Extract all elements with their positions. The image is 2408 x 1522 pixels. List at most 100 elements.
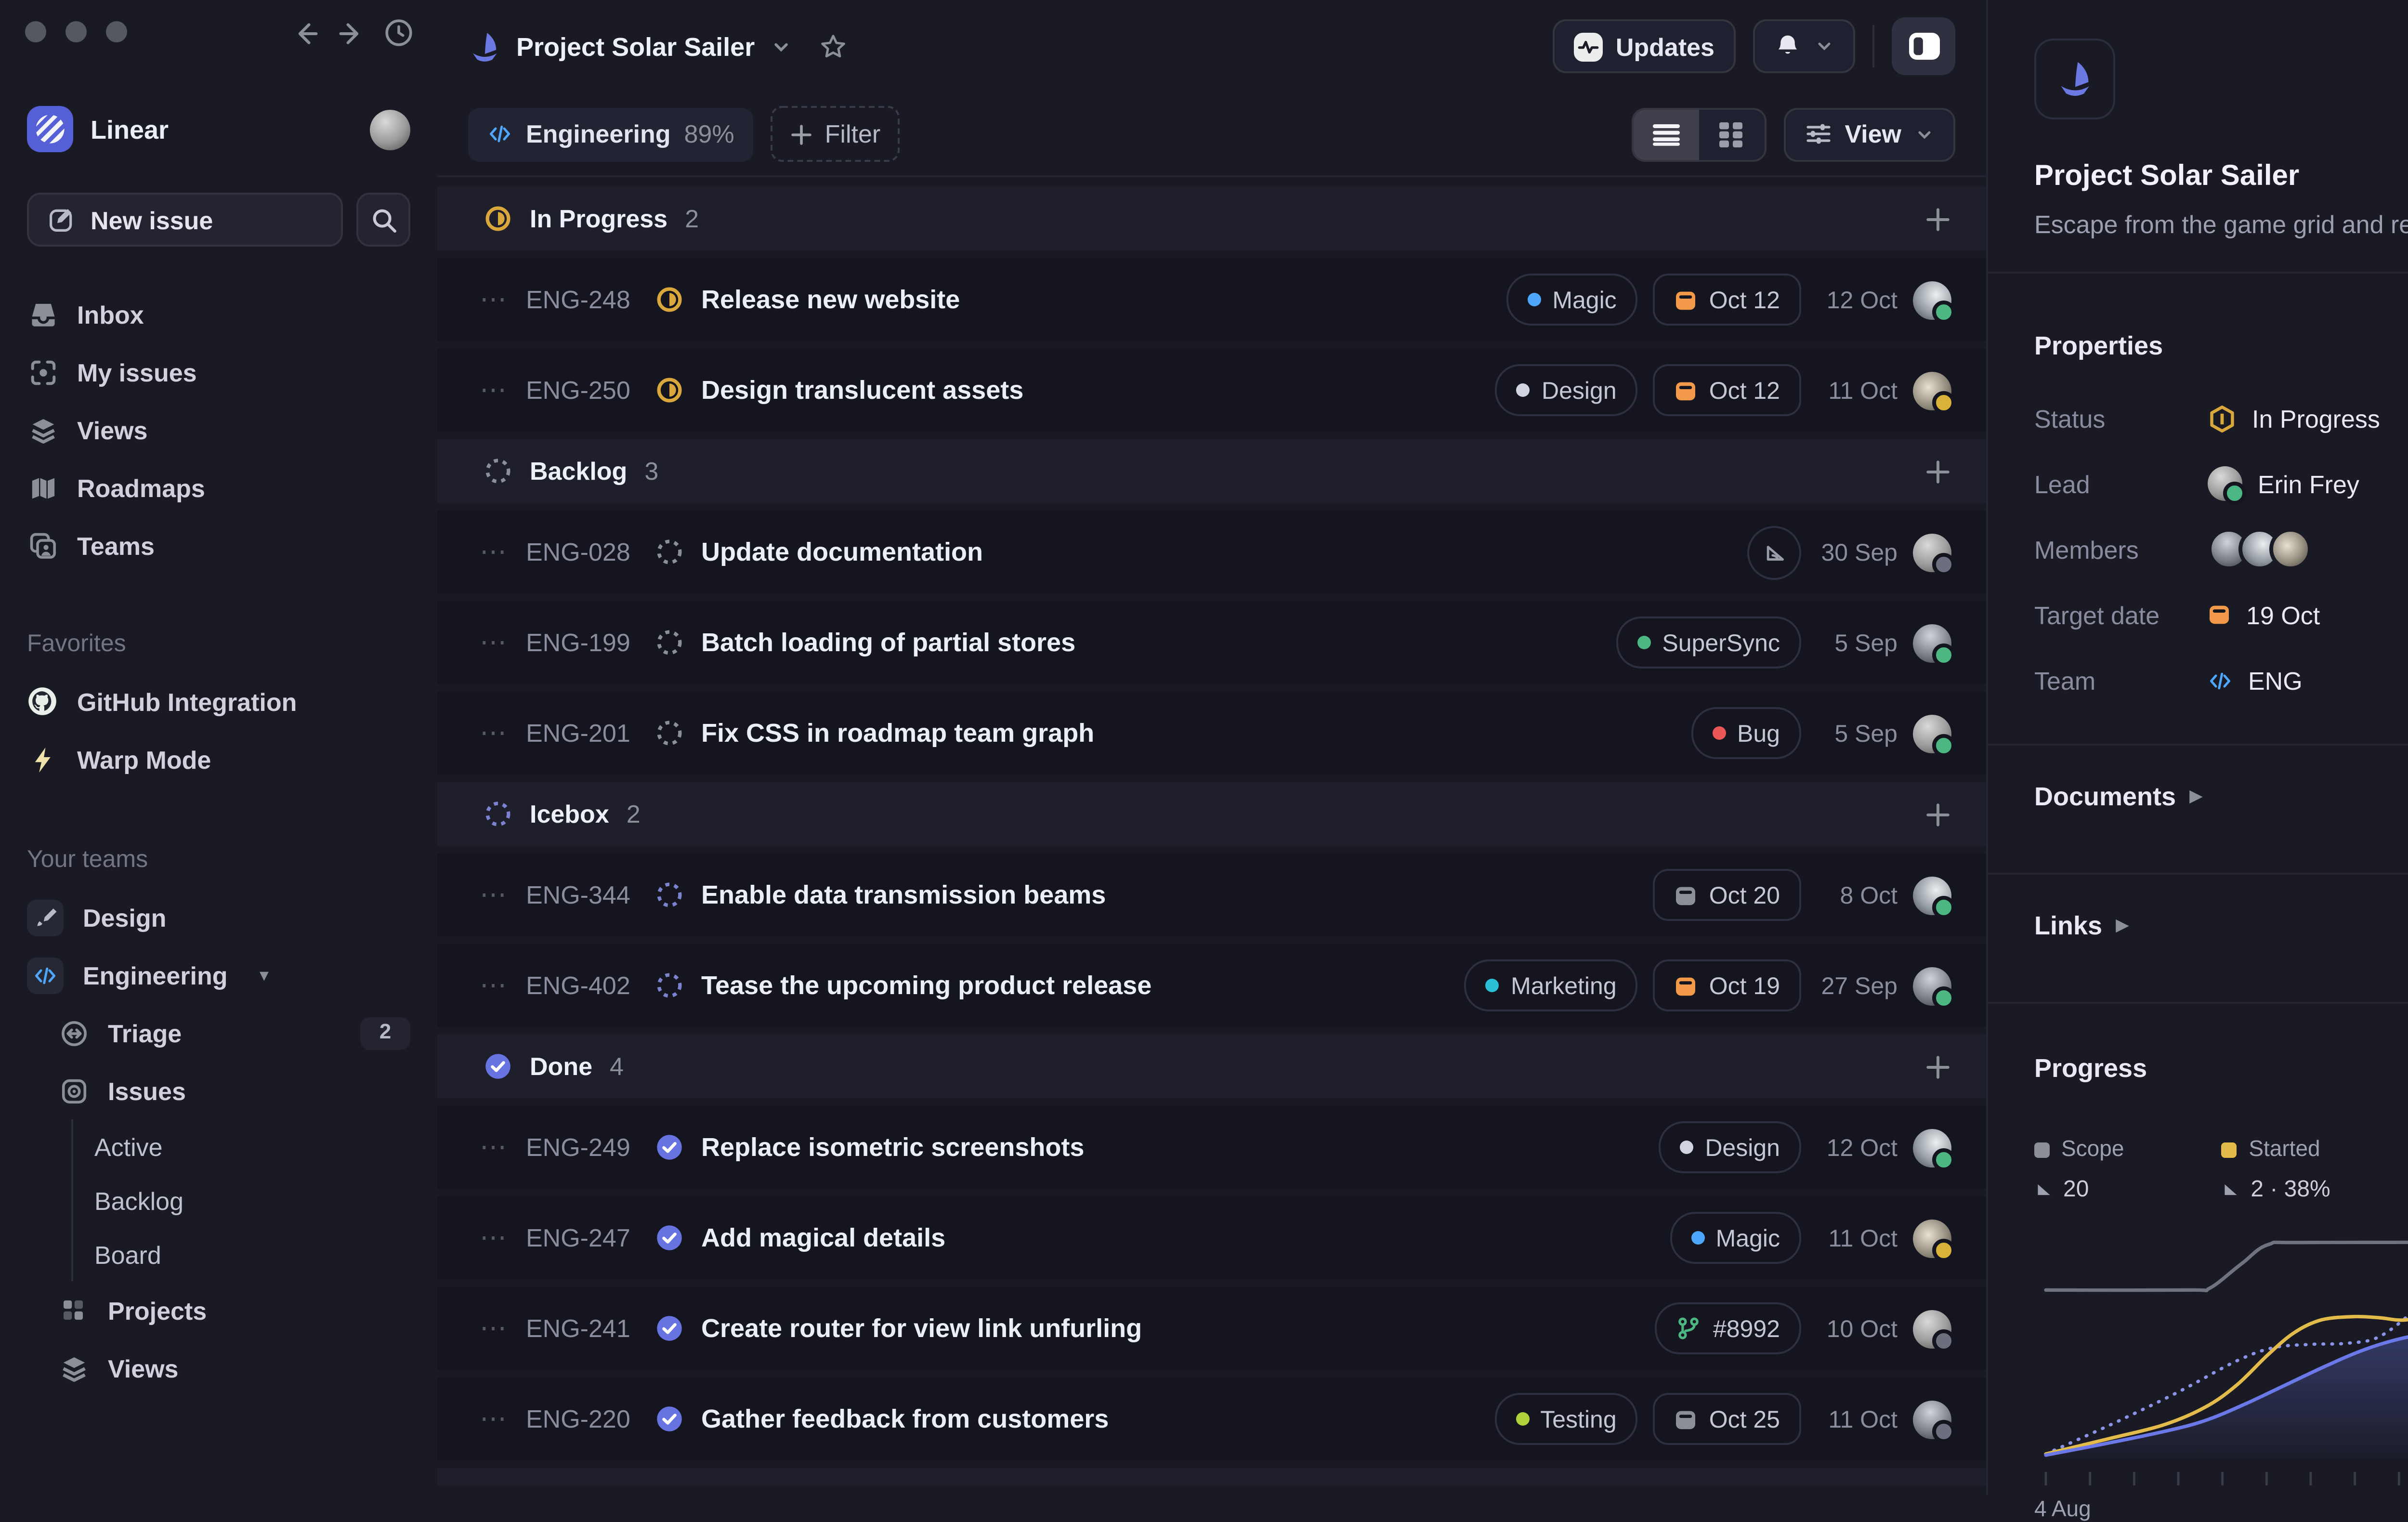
issue-status-icon[interactable] — [655, 1314, 684, 1343]
maximize-window-icon[interactable] — [106, 21, 127, 42]
sidebar-item-board[interactable]: Board — [94, 1227, 437, 1281]
sidebar-item-warp-mode[interactable]: Warp Mode — [0, 730, 437, 788]
updates-button[interactable]: Updates — [1552, 19, 1736, 73]
assignee-avatar[interactable] — [1913, 623, 1955, 666]
issue-row[interactable]: ⋯ ENG-199 Batch loading of partial stores S… — [437, 601, 1986, 684]
property-row-members[interactable]: Members — [2034, 528, 2408, 570]
sidebar-item-my-issues[interactable]: My issues — [0, 343, 437, 401]
sidebar-item-teams[interactable]: Teams — [0, 516, 437, 574]
sidebar-item-issues[interactable]: Issues — [0, 1062, 437, 1119]
sidebar-team-engineering[interactable]: Engineering ▼ — [0, 946, 437, 1004]
issue-status-icon[interactable] — [655, 719, 684, 748]
issue-row[interactable]: ⋯ ENG-402 Tease the upcoming product relea… — [437, 944, 1986, 1027]
assignee-avatar[interactable] — [1913, 371, 1955, 413]
assignee-avatar[interactable] — [1913, 1309, 1955, 1351]
due-date-chip[interactable]: Oct 12 — [1653, 274, 1801, 326]
issue-status-icon[interactable] — [655, 971, 684, 1000]
label-chip[interactable]: SuperSync — [1616, 617, 1801, 669]
assignee-avatar[interactable] — [1913, 1400, 1955, 1442]
links-section[interactable]: Links ▶ — [2034, 900, 2408, 950]
due-date-chip[interactable]: Oct 25 — [1653, 1393, 1801, 1445]
row-menu-icon[interactable]: ⋯ — [480, 969, 509, 1002]
sidebar-item-views[interactable]: Views — [0, 1339, 437, 1397]
label-chip[interactable]: Design — [1495, 364, 1638, 416]
sidebar-item-active[interactable]: Active — [94, 1119, 437, 1173]
issue-status-icon[interactable] — [655, 285, 684, 314]
issue-row[interactable]: ⋯ ENG-344 Enable data transmission beams Oc… — [437, 853, 1986, 936]
assignee-avatar[interactable] — [1913, 714, 1955, 756]
assignee-avatar[interactable] — [1913, 876, 1955, 918]
due-date-chip[interactable]: Oct 20 — [1653, 869, 1801, 921]
row-menu-icon[interactable]: ⋯ — [480, 536, 509, 568]
label-chip[interactable]: Magic — [1506, 274, 1638, 326]
row-menu-icon[interactable]: ⋯ — [480, 1221, 509, 1254]
sidebar-item-backlog[interactable]: Backlog — [94, 1173, 437, 1227]
toggle-right-panel-button[interactable] — [1892, 17, 1955, 75]
issue-status-icon[interactable] — [655, 628, 684, 657]
favorite-star-icon[interactable] — [818, 32, 847, 61]
window-controls[interactable] — [25, 21, 127, 42]
issue-row[interactable]: ⋯ ENG-247 Add magical details Magic 11 Oct — [437, 1196, 1986, 1279]
row-menu-icon[interactable]: ⋯ — [480, 1131, 509, 1164]
sidebar-item-triage[interactable]: Triage 2 — [0, 1004, 437, 1062]
issue-status-icon[interactable] — [655, 880, 684, 909]
issue-status-icon[interactable] — [655, 376, 684, 405]
sidebar-item-github-integration[interactable]: GitHub Integration — [0, 672, 437, 730]
documents-section[interactable]: Documents ▶ — [2034, 771, 2408, 821]
search-button[interactable] — [356, 193, 410, 247]
new-issue-button[interactable]: New issue — [27, 193, 343, 247]
due-date-chip[interactable]: Oct 12 — [1653, 364, 1801, 416]
sidebar-item-projects[interactable]: Projects — [0, 1281, 437, 1339]
property-row-team[interactable]: Team ENG — [2034, 661, 2408, 699]
pr-chip[interactable]: #8992 — [1655, 1302, 1801, 1354]
issue-status-icon[interactable] — [655, 1223, 684, 1252]
row-menu-icon[interactable]: ⋯ — [480, 717, 509, 749]
assignee-avatar[interactable] — [1913, 280, 1955, 323]
list-view-button[interactable] — [1633, 109, 1699, 159]
team-filter-chip[interactable]: Engineering 89% — [468, 107, 754, 161]
back-icon[interactable] — [291, 18, 320, 47]
issue-row[interactable]: ⋯ ENG-028 Update documentation 30 Sep — [437, 511, 1986, 593]
issue-status-icon[interactable] — [655, 1404, 684, 1433]
minimize-window-icon[interactable] — [65, 21, 87, 42]
close-window-icon[interactable] — [25, 21, 46, 42]
issue-row[interactable]: ⋯ ENG-248 Release new website Magic Oct 12 12… — [437, 258, 1986, 341]
row-menu-icon[interactable]: ⋯ — [480, 1403, 509, 1435]
property-row-lead[interactable]: Lead Erin Frey — [2034, 464, 2408, 505]
due-date-chip[interactable]: Oct 19 — [1653, 959, 1801, 1011]
assignee-avatar[interactable] — [1913, 533, 1955, 575]
add-issue-button[interactable] — [1924, 800, 1951, 827]
history-clock-icon[interactable] — [383, 17, 414, 48]
issue-status-icon[interactable] — [655, 1133, 684, 1162]
assignee-avatar[interactable] — [1913, 1219, 1955, 1261]
issue-row[interactable]: ⋯ ENG-241 Create router for view link unfu… — [437, 1287, 1986, 1370]
issue-row[interactable]: ⋯ ENG-249 Replace isometric screenshots Des… — [437, 1106, 1986, 1189]
estimate-badge[interactable] — [1747, 525, 1801, 579]
label-chip[interactable]: Bug — [1691, 707, 1801, 759]
issue-row[interactable]: ⋯ ENG-250 Design translucent assets Design O… — [437, 349, 1986, 432]
sidebar-team-design[interactable]: Design — [0, 888, 437, 946]
label-chip[interactable]: Design — [1659, 1121, 1801, 1173]
sidebar-item-inbox[interactable]: Inbox — [0, 285, 437, 343]
property-row-target-date[interactable]: Target date 19 Oct — [2034, 595, 2408, 634]
row-menu-icon[interactable]: ⋯ — [480, 879, 509, 911]
view-options-button[interactable]: View — [1783, 107, 1955, 161]
chevron-down-icon[interactable] — [770, 36, 791, 57]
row-menu-icon[interactable]: ⋯ — [480, 1312, 509, 1345]
issue-status-icon[interactable] — [655, 538, 684, 566]
add-issue-button[interactable] — [1924, 458, 1951, 485]
label-chip[interactable]: Magic — [1669, 1212, 1801, 1264]
label-chip[interactable]: Testing — [1494, 1393, 1638, 1445]
add-issue-button[interactable] — [1924, 1053, 1951, 1080]
add-issue-button[interactable] — [1924, 205, 1951, 232]
row-menu-icon[interactable]: ⋯ — [480, 626, 509, 659]
notifications-button[interactable] — [1753, 19, 1855, 73]
user-avatar[interactable] — [370, 109, 410, 149]
assignee-avatar[interactable] — [1913, 966, 1955, 1009]
add-filter-button[interactable]: Filter — [771, 106, 900, 162]
sidebar-item-roadmaps[interactable]: Roadmaps — [0, 459, 437, 516]
row-menu-icon[interactable]: ⋯ — [480, 374, 509, 407]
issue-row[interactable]: ⋯ ENG-201 Fix CSS in roadmap team graph Bug… — [437, 692, 1986, 774]
sidebar-item-views[interactable]: Views — [0, 401, 437, 459]
forward-icon[interactable] — [337, 18, 366, 47]
